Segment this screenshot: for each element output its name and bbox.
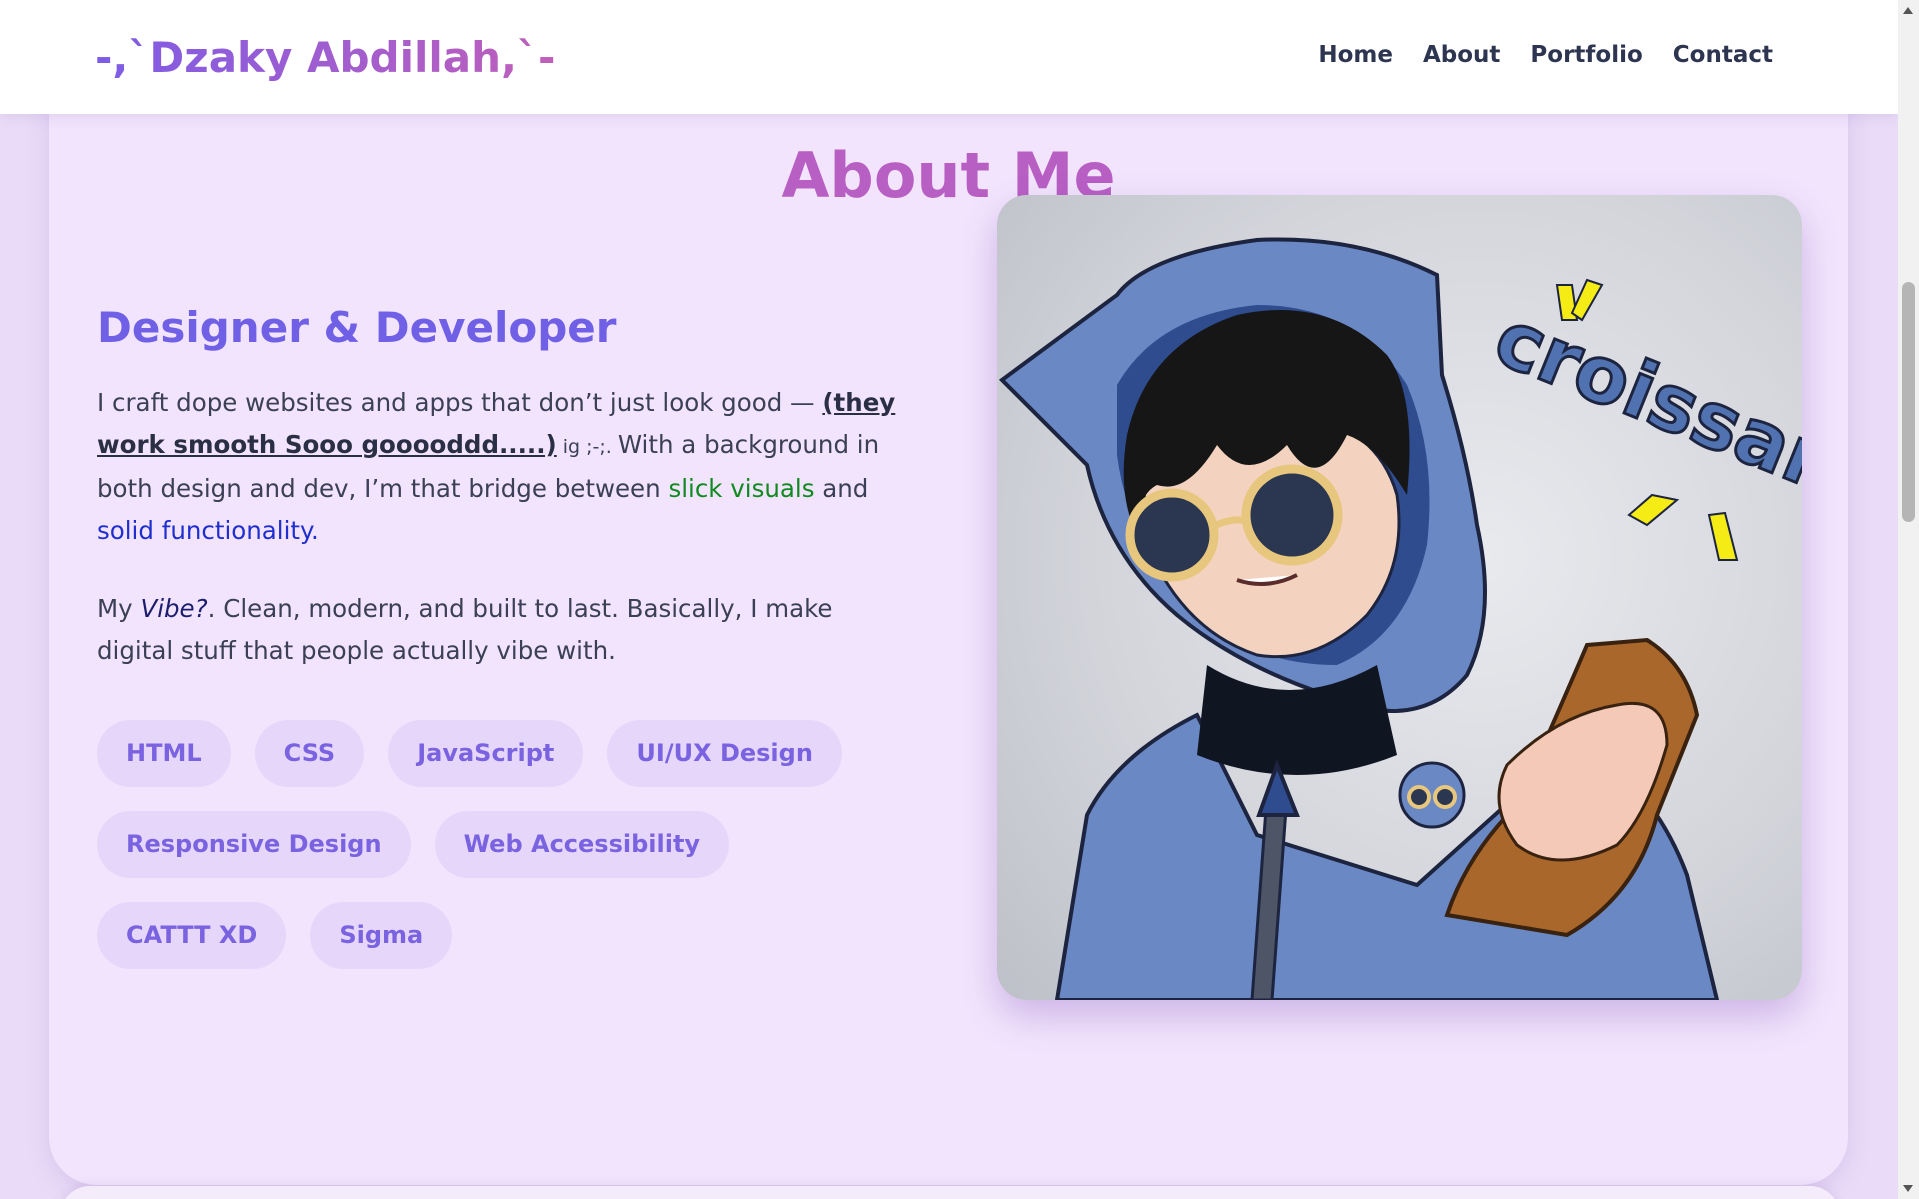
site-header: -,`Dzaky Abdillah,`- Home About Portfoli… [0,0,1898,114]
para2-text-a: My [97,594,141,623]
para1-text-a: I craft dope websites and apps that don’… [97,388,823,417]
about-text-column: Designer & Developer I craft dope websit… [97,296,897,969]
para1-green-text: slick visuals [668,474,815,503]
about-paragraph-1: I craft dope websites and apps that don’… [97,382,897,552]
artwork-caption: croissant [1483,293,1802,528]
skills-tag-list: HTML CSS JavaScript UI/UX Design Respons… [97,720,877,969]
nav-contact-link[interactable]: Contact [1673,42,1773,68]
nav-about-link[interactable]: About [1423,42,1500,68]
main-nav: Home About Portfolio Contact [1318,42,1773,68]
scroll-thumb[interactable] [1902,282,1915,522]
skill-tag-uiux[interactable]: UI/UX Design [607,720,842,787]
next-section-card [60,1186,1840,1199]
skill-tag-xd[interactable]: CATTT XD [97,902,287,969]
page-scrollbar[interactable] [1898,0,1919,1199]
skill-tag-sigma[interactable]: Sigma [310,902,453,969]
para1-small-text: ig ;-;. [556,436,618,458]
nav-portfolio-link[interactable]: Portfolio [1530,42,1642,68]
scroll-up-arrow-icon[interactable] [1903,7,1913,14]
para2-vibe: Vibe? [140,594,208,623]
skill-tag-accessibility[interactable]: Web Accessibility [434,811,730,878]
about-paragraph-2: My Vibe?. Clean, modern, and built to la… [97,588,897,672]
profile-artwork: croissant [997,195,1802,1000]
anime-character-illustration: croissant [998,237,1802,1000]
site-logo[interactable]: -,`Dzaky Abdillah,`- [95,31,555,85]
para1-text-c: and [814,474,869,503]
para2-text-b: . Clean, modern, and built to last. Basi… [97,594,833,665]
skill-tag-html[interactable]: HTML [97,720,231,787]
skill-tag-javascript[interactable]: JavaScript [388,720,584,787]
skill-tag-responsive[interactable]: Responsive Design [97,811,411,878]
skill-tag-css[interactable]: CSS [254,720,365,787]
nav-home-link[interactable]: Home [1318,42,1393,68]
para1-blue-text: solid functionality. [97,516,319,545]
about-subtitle: Designer & Developer [97,303,617,352]
scroll-down-arrow-icon[interactable] [1903,1185,1913,1192]
